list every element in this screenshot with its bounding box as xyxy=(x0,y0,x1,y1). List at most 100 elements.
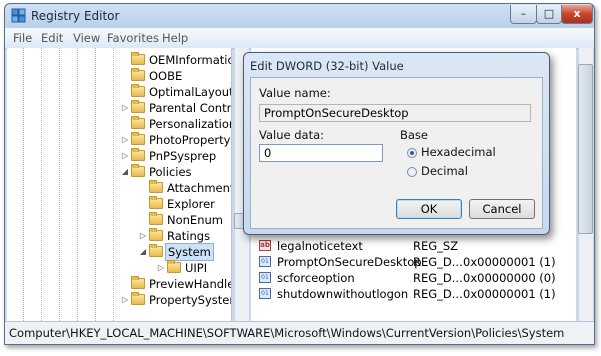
tree-item[interactable]: ▷ PropertySystem xyxy=(7,292,231,308)
base-group-label: Base xyxy=(400,128,429,142)
tree-item-label: System xyxy=(165,243,214,261)
value-name: legalnoticetext xyxy=(277,239,363,253)
expand-arrow-icon[interactable]: ▷ xyxy=(157,260,165,276)
value-row[interactable]: 01 PromptOnSecureDesktop REG_D... 0x0000… xyxy=(251,254,576,270)
tree-item-label: NonEnum xyxy=(167,213,223,227)
dword-value-icon: 01 xyxy=(259,288,271,299)
expand-arrow-icon[interactable]: ▷ xyxy=(121,100,129,116)
open-folder-icon xyxy=(131,164,145,177)
tree-item-label: OptimalLayout xyxy=(149,85,232,99)
tree-item[interactable]: ◢ Policies xyxy=(7,164,231,180)
value-name: scforceoption xyxy=(277,271,355,285)
folder-icon xyxy=(131,276,145,289)
tree-item[interactable]: OOBE xyxy=(7,68,231,84)
value-data: 0x00000001 (1) xyxy=(463,255,556,269)
hexadecimal-radio[interactable] xyxy=(407,148,417,158)
menu-file[interactable]: File xyxy=(13,31,32,45)
cancel-button[interactable]: Cancel xyxy=(469,199,535,219)
minimize-button[interactable]: – xyxy=(510,5,537,24)
tree-item-label: Attachments xyxy=(167,181,231,195)
window-title: Registry Editor xyxy=(31,9,120,23)
folder-icon xyxy=(131,148,145,161)
value-data-label: Value data: xyxy=(259,128,325,142)
tree-item-label: OEMInformation xyxy=(149,53,231,67)
value-type: REG_D... xyxy=(413,271,463,285)
tree-item[interactable]: OEMInformation xyxy=(7,52,231,68)
hexadecimal-label[interactable]: Hexadecimal xyxy=(421,145,496,159)
tree-item-label: OOBE xyxy=(149,69,183,83)
close-button[interactable]: x xyxy=(561,5,593,24)
decimal-label[interactable]: Decimal xyxy=(421,164,468,178)
value-row[interactable]: 01 scforceoption REG_D... 0x00000000 (0) xyxy=(251,270,576,286)
collapse-arrow-icon[interactable]: ◢ xyxy=(121,164,129,180)
menu-view[interactable]: View xyxy=(73,31,100,45)
folder-icon xyxy=(149,212,163,225)
tree-item[interactable]: ▷ PnPSysprep xyxy=(7,148,231,164)
folder-icon xyxy=(131,52,145,65)
folder-icon xyxy=(149,180,163,193)
value-row[interactable]: ab legalnoticetext REG_SZ xyxy=(251,238,576,254)
folder-icon xyxy=(149,196,163,209)
folder-icon xyxy=(167,260,181,273)
menu-help[interactable]: Help xyxy=(162,31,188,45)
folder-icon xyxy=(131,84,145,97)
title-bar[interactable]: Registry Editor – □ x xyxy=(5,4,594,28)
tree-item-label: Policies xyxy=(149,165,192,179)
expand-arrow-icon[interactable]: ▷ xyxy=(139,228,147,244)
dword-value-icon: 01 xyxy=(259,256,271,267)
value-type: REG_D... xyxy=(413,287,463,301)
expand-arrow-icon[interactable]: ▷ xyxy=(121,148,129,164)
tree-item[interactable]: ▷ Ratings xyxy=(7,228,231,244)
tree-item-selected[interactable]: ◢ System xyxy=(7,243,231,261)
edit-dword-dialog: Edit DWORD (32-bit) Value Value name: Pr… xyxy=(243,52,550,235)
menu-edit[interactable]: Edit xyxy=(41,31,63,45)
status-path: Computer\HKEY_LOCAL_MACHINE\SOFTWARE\Mic… xyxy=(9,326,565,340)
tree-item[interactable]: OptimalLayout xyxy=(7,84,231,100)
folder-icon xyxy=(131,68,145,81)
tree-item[interactable]: ▷ Parental Controls xyxy=(7,100,231,116)
tree-item-label: PnPSysprep xyxy=(149,149,217,163)
tree-item-label: Personalization xyxy=(149,117,232,131)
registry-editor-icon xyxy=(11,8,26,23)
tree-item-label: PreviewHandlers xyxy=(149,277,231,291)
menu-bar: File Edit View Favorites Help xyxy=(5,28,594,49)
tree-item-label: PhotoPropertyHa xyxy=(149,133,231,147)
value-data: 0x00000001 (1) xyxy=(463,287,556,301)
expand-arrow-icon[interactable]: ▷ xyxy=(121,292,129,308)
value-row[interactable]: 01 shutdownwithoutlogon REG_D... 0x00000… xyxy=(251,286,576,302)
folder-icon xyxy=(131,292,145,305)
dialog-body: Value name: PromptOnSecureDesktop Value … xyxy=(250,77,543,229)
folder-icon xyxy=(131,132,145,145)
status-bar: Computer\HKEY_LOCAL_MACHINE\SOFTWARE\Mic… xyxy=(5,321,594,344)
tree-item-label: Explorer xyxy=(167,197,215,211)
value-name: shutdownwithoutlogon xyxy=(277,287,409,301)
ok-button[interactable]: OK xyxy=(396,199,462,219)
dialog-title: Edit DWORD (32-bit) Value xyxy=(250,59,404,73)
expand-arrow-icon[interactable]: ▷ xyxy=(121,132,129,148)
tree-item[interactable]: Explorer xyxy=(7,196,231,212)
dword-value-icon: 01 xyxy=(259,272,271,283)
maximize-icon: □ xyxy=(543,7,555,20)
maximize-button[interactable]: □ xyxy=(536,5,562,24)
tree-item[interactable]: NonEnum xyxy=(7,212,231,228)
decimal-radio[interactable] xyxy=(407,167,417,177)
minimize-icon: – xyxy=(520,7,527,20)
value-type: REG_SZ xyxy=(413,239,459,253)
tree-item-label: UIPI xyxy=(185,261,208,275)
tree-item[interactable]: Attachments xyxy=(7,180,231,196)
collapse-arrow-icon[interactable]: ◢ xyxy=(139,244,147,260)
value-data-input[interactable]: 0 xyxy=(259,144,383,162)
tree-item[interactable]: PreviewHandlers xyxy=(7,276,231,292)
value-name-label: Value name: xyxy=(259,86,331,100)
tree-item[interactable]: ▷ PhotoPropertyHa xyxy=(7,132,231,148)
key-tree[interactable]: OEMInformation OOBE OptimalLayout ▷ Pare… xyxy=(7,48,232,321)
value-type: REG_D... xyxy=(413,255,463,269)
menu-favorites[interactable]: Favorites xyxy=(107,31,159,45)
value-name: PromptOnSecureDesktop xyxy=(277,255,422,269)
tree-item[interactable]: ▷ UIPI xyxy=(7,260,231,276)
values-scrollbar-thumb[interactable] xyxy=(578,64,593,234)
close-icon: x xyxy=(573,7,581,20)
tree-item[interactable]: Personalization xyxy=(7,116,231,132)
open-folder-icon xyxy=(149,244,163,257)
tree-item-label: Parental Controls xyxy=(149,101,232,115)
